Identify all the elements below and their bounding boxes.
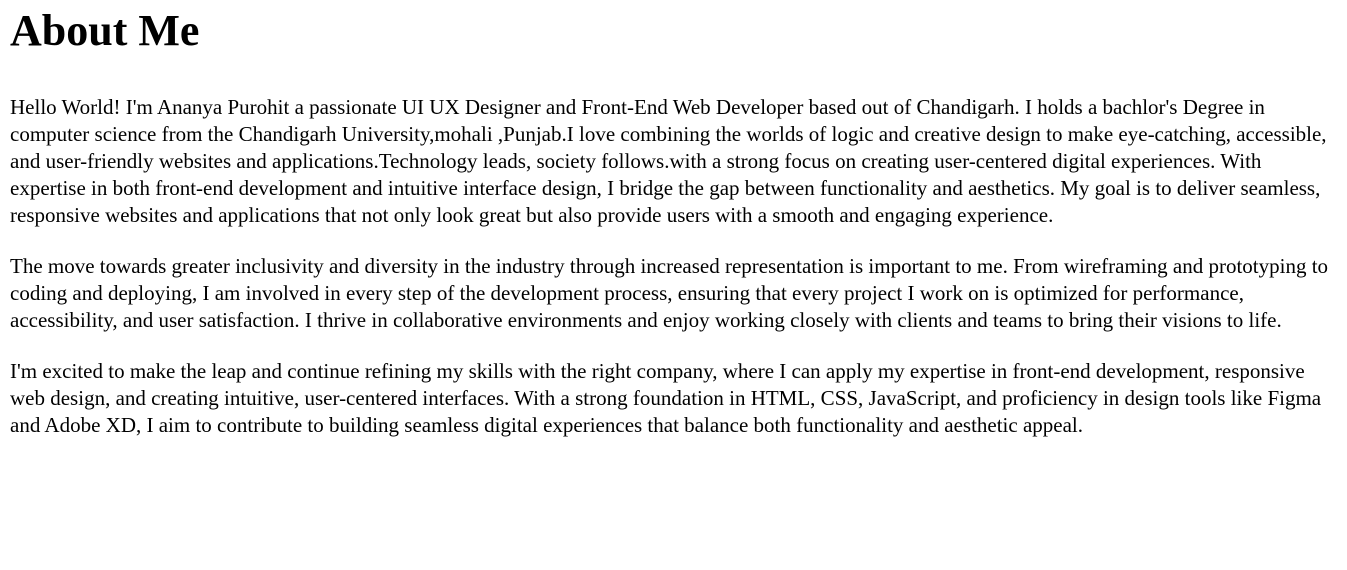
page-title: About Me — [10, 6, 200, 55]
about-section: About Me Hello World! I'm Ananya Purohit… — [0, 6, 1347, 439]
values-paragraph: The move towards greater inclusivity and… — [10, 254, 1329, 332]
goals-paragraph: I'm excited to make the leap and continu… — [10, 359, 1322, 437]
intro-paragraph: Hello World! I'm Ananya Purohit a passio… — [10, 95, 1327, 227]
